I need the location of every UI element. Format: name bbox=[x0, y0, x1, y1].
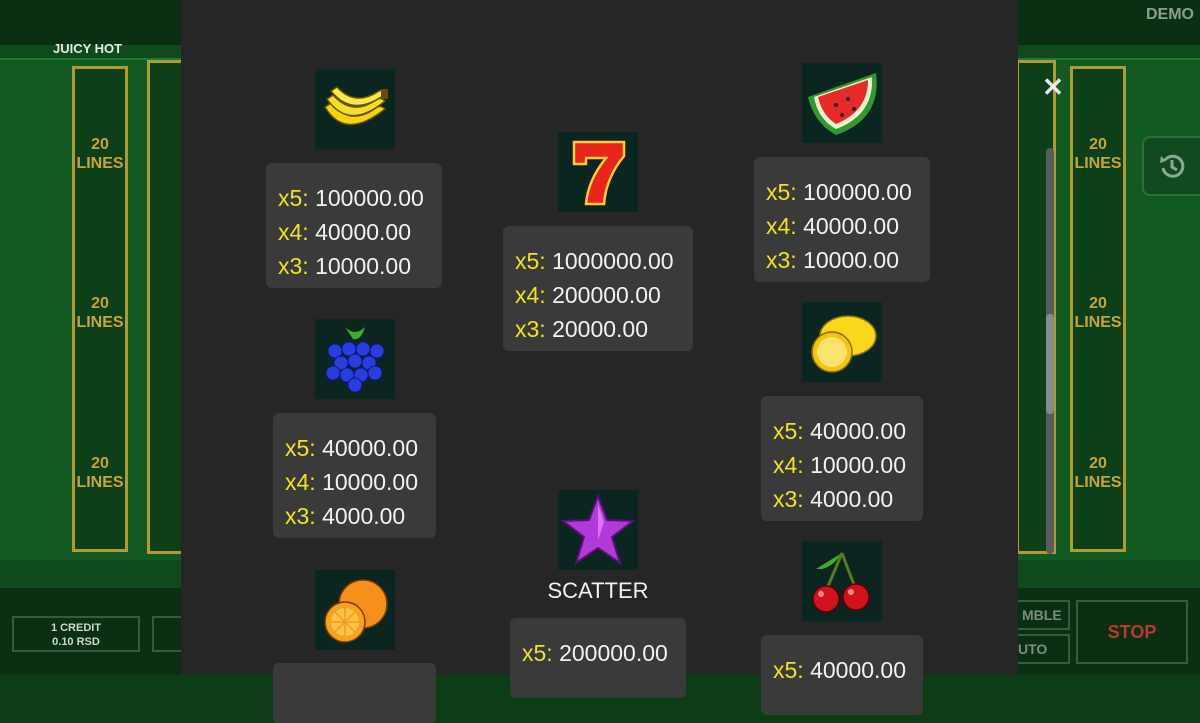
payout-box-banana: x5: 100000.00 x4: 40000.00 x3: 10000.00 bbox=[266, 163, 442, 288]
star-icon bbox=[560, 493, 636, 566]
lines-indicator: 20 LINES bbox=[76, 455, 124, 491]
seven-icon bbox=[572, 140, 626, 206]
payout-row: x4: 10000.00 bbox=[773, 452, 907, 478]
payout-row: x3: 4000.00 bbox=[285, 503, 406, 529]
payout-row: x4: 10000.00 bbox=[285, 469, 419, 495]
lines-indicator: 20 LINES bbox=[1074, 136, 1122, 172]
payout-row: x4: 200000.00 bbox=[515, 282, 661, 308]
lines-indicator: 20 LINES bbox=[1074, 455, 1122, 491]
cherry-symbol bbox=[802, 541, 882, 621]
payout-row: x3: 20000.00 bbox=[515, 316, 649, 342]
payout-box-grapes: x5: 40000.00 x4: 10000.00 x3: 4000.00 bbox=[273, 413, 436, 538]
payout-row: x3: 10000.00 bbox=[766, 247, 900, 273]
payout-box-cherry: x5: 40000.00 bbox=[761, 635, 923, 715]
star-symbol bbox=[558, 490, 638, 570]
lines-indicator: 20 LINES bbox=[1074, 295, 1122, 331]
payout-row: x5: 40000.00 bbox=[773, 657, 907, 683]
banana-symbol bbox=[315, 69, 395, 149]
scatter-label: SCATTER bbox=[547, 578, 649, 603]
lines-indicator: 20 LINES bbox=[76, 295, 124, 331]
payout-row: x5: 100000.00 bbox=[766, 179, 912, 205]
payout-row: x5: 1000000.00 bbox=[515, 248, 674, 274]
payout-box-watermelon: x5: 100000.00 x4: 40000.00 x3: 10000.00 bbox=[754, 157, 930, 282]
payout-row: x3: 4000.00 bbox=[773, 486, 894, 512]
payout-row: x4: 40000.00 bbox=[278, 219, 412, 245]
scrollbar-thumb[interactable] bbox=[1046, 314, 1054, 414]
banana-icon bbox=[323, 86, 389, 126]
payout-row: x4: 40000.00 bbox=[766, 213, 900, 239]
lines-column-right: 20 LINES 20 LINES 20 LINES bbox=[1070, 66, 1126, 552]
demo-badge: DEMO bbox=[1146, 6, 1194, 23]
payout-box-seven: x5: 1000000.00 x4: 200000.00 x3: 20000.0… bbox=[503, 226, 693, 351]
lemon-icon bbox=[811, 315, 877, 373]
seven-symbol bbox=[558, 132, 638, 212]
game-title: JUICY HOT bbox=[53, 41, 123, 56]
payout-row: x5: 200000.00 bbox=[522, 640, 668, 666]
lines-indicator: 20 LINES bbox=[76, 136, 124, 172]
orange-icon bbox=[324, 579, 388, 643]
payout-row: x3: 10000.00 bbox=[278, 253, 412, 279]
credit-display[interactable]: 1 CREDIT 0.10 RSD bbox=[12, 616, 140, 652]
payout-box-lemon: x5: 40000.00 x4: 10000.00 x3: 4000.00 bbox=[761, 396, 923, 521]
payout-row: x5: 100000.00 bbox=[278, 185, 424, 211]
watermelon-icon bbox=[808, 73, 877, 135]
payout-box-orange bbox=[273, 663, 436, 723]
cherry-icon bbox=[812, 552, 870, 613]
lines-column-left: 20 LINES 20 LINES 20 LINES bbox=[72, 66, 128, 552]
close-icon: ✕ bbox=[1042, 72, 1064, 102]
payout-row: x5: 40000.00 bbox=[285, 435, 419, 461]
payout-row: x5: 40000.00 bbox=[773, 418, 907, 444]
payout-box-scatter: x5: 200000.00 bbox=[510, 618, 686, 698]
close-button[interactable]: ✕ bbox=[1042, 74, 1064, 100]
grapes-symbol bbox=[315, 319, 395, 399]
lemon-symbol bbox=[802, 302, 882, 382]
gamble-button[interactable]: MBLE bbox=[1012, 600, 1070, 630]
credit-amount: 1 CREDIT bbox=[50, 622, 102, 634]
orange-symbol bbox=[315, 570, 395, 650]
history-icon bbox=[1160, 154, 1185, 178]
history-button[interactable] bbox=[1142, 136, 1200, 196]
watermelon-symbol bbox=[802, 63, 882, 143]
auto-button[interactable]: UTO bbox=[1012, 634, 1070, 664]
stop-button[interactable]: STOP bbox=[1076, 600, 1188, 664]
credit-value: 0.10 RSD bbox=[52, 636, 100, 648]
grapes-icon bbox=[325, 327, 385, 393]
